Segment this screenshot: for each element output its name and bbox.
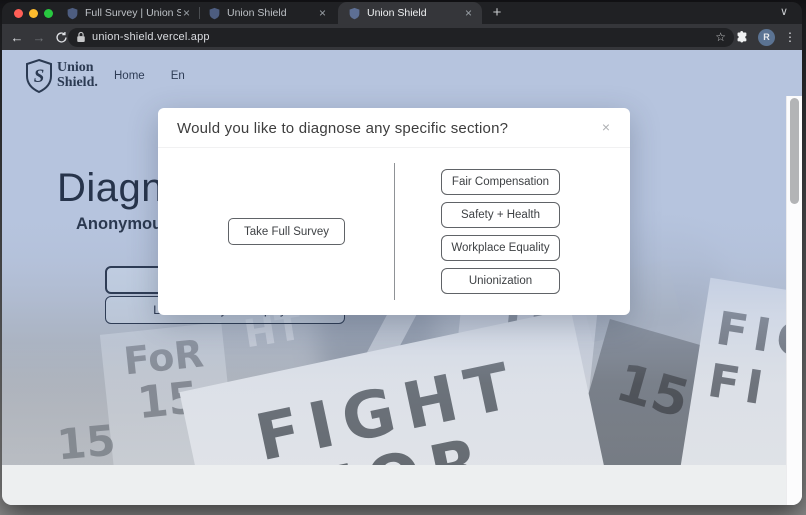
minimize-window-button[interactable] bbox=[29, 9, 38, 18]
tab-title: Union Shield bbox=[367, 7, 427, 19]
tab-title: Union Shield bbox=[227, 7, 287, 19]
tab-close-icon[interactable]: × bbox=[317, 7, 328, 19]
svg-text:S: S bbox=[34, 66, 45, 87]
reload-icon bbox=[55, 31, 68, 44]
bookmark-star-icon[interactable]: ☆ bbox=[715, 30, 726, 44]
nav-item-clipped[interactable]: En bbox=[171, 70, 185, 82]
forward-button[interactable]: → bbox=[28, 30, 50, 45]
tab-strip: Full Survey | Union Shield × Union Shiel… bbox=[2, 2, 802, 24]
address-bar[interactable]: union-shield.vercel.app ☆ bbox=[68, 28, 734, 47]
fair-compensation-button[interactable]: Fair Compensation bbox=[441, 169, 560, 195]
shield-favicon-icon bbox=[208, 7, 221, 20]
logo-text: Union Shield. bbox=[57, 61, 98, 90]
browser-menu-icon[interactable]: ⋮ bbox=[784, 30, 796, 44]
workplace-equality-button[interactable]: Workplace Equality bbox=[441, 235, 560, 261]
site-logo[interactable]: S Union Shield. bbox=[24, 58, 98, 94]
profile-avatar[interactable]: R bbox=[758, 29, 775, 46]
modal-divider bbox=[394, 163, 395, 300]
lock-icon bbox=[76, 31, 86, 43]
tab-close-icon[interactable]: × bbox=[463, 7, 474, 19]
tab-full-survey[interactable]: Full Survey | Union Shield × bbox=[60, 2, 200, 24]
main-nav: Home En bbox=[114, 70, 185, 82]
scrollbar-track[interactable] bbox=[786, 96, 802, 505]
logo-line2: Shield. bbox=[57, 76, 98, 91]
new-tab-button[interactable]: + bbox=[488, 4, 506, 22]
scrollbar-thumb[interactable] bbox=[790, 98, 799, 204]
toolbar-right-controls: R ⋮ bbox=[735, 24, 796, 50]
logo-line1: Union bbox=[57, 61, 98, 76]
union-shield-logo-icon: S bbox=[24, 58, 54, 94]
tab-title: Full Survey | Union Shield bbox=[85, 7, 181, 19]
unionization-button[interactable]: Unionization bbox=[441, 268, 560, 294]
close-window-button[interactable] bbox=[14, 9, 23, 18]
shield-favicon-icon bbox=[66, 7, 79, 20]
modal-close-icon[interactable]: × bbox=[602, 119, 610, 135]
take-full-survey-button[interactable]: Take Full Survey bbox=[228, 218, 345, 245]
tab-union-shield-active[interactable]: Union Shield × bbox=[338, 2, 482, 24]
diagnose-modal: Would you like to diagnose any specific … bbox=[158, 108, 630, 315]
tab-close-icon[interactable]: × bbox=[181, 7, 192, 19]
fullscreen-window-button[interactable] bbox=[44, 9, 53, 18]
url-text: union-shield.vercel.app bbox=[92, 31, 210, 43]
web-page: FOR 15 FoR 15 HT 15 15 FIGHT FOR FIG FI bbox=[2, 50, 802, 505]
tab-separator bbox=[199, 7, 200, 19]
browser-window: Full Survey | Union Shield × Union Shiel… bbox=[2, 2, 802, 505]
back-button[interactable]: ← bbox=[6, 30, 28, 45]
shield-favicon-icon bbox=[348, 7, 361, 20]
extensions-puzzle-icon[interactable] bbox=[735, 30, 749, 44]
tab-search-chevron-icon[interactable]: ∨ bbox=[780, 5, 788, 18]
window-controls bbox=[14, 9, 53, 18]
safety-health-button[interactable]: Safety + Health bbox=[441, 202, 560, 228]
browser-toolbar: ← → union-shield.vercel.app ☆ R ⋮ bbox=[2, 24, 802, 50]
modal-title: Would you like to diagnose any specific … bbox=[177, 120, 508, 137]
tab-union-shield-2[interactable]: Union Shield × bbox=[202, 2, 336, 24]
footer-section bbox=[2, 465, 802, 505]
nav-item-home[interactable]: Home bbox=[114, 70, 145, 82]
